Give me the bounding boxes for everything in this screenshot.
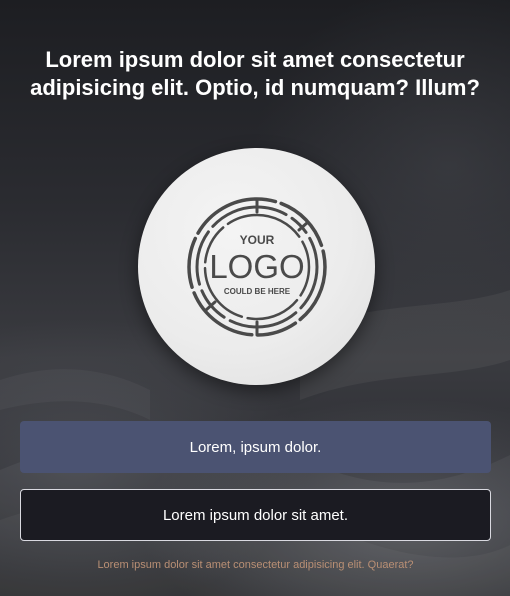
primary-button[interactable]: Lorem, ipsum dolor. bbox=[20, 421, 491, 473]
logo-bottom-text: COULD BE HERE bbox=[223, 287, 290, 296]
footnote-text: Lorem ipsum dolor sit amet consectetur a… bbox=[97, 559, 414, 571]
logo-badge-icon: YOUR LOGO COULD BE HERE bbox=[186, 196, 327, 337]
logo-main-text: LOGO bbox=[209, 248, 304, 285]
page-heading: Lorem ipsum dolor sit amet consectetur a… bbox=[30, 47, 480, 100]
logo-badge: YOUR LOGO COULD BE HERE bbox=[138, 148, 375, 385]
logo-top-text: YOUR bbox=[239, 233, 274, 247]
secondary-button[interactable]: Lorem ipsum dolor sit amet. bbox=[20, 489, 491, 541]
landing-page: Lorem ipsum dolor sit amet consectetur a… bbox=[0, 0, 510, 596]
